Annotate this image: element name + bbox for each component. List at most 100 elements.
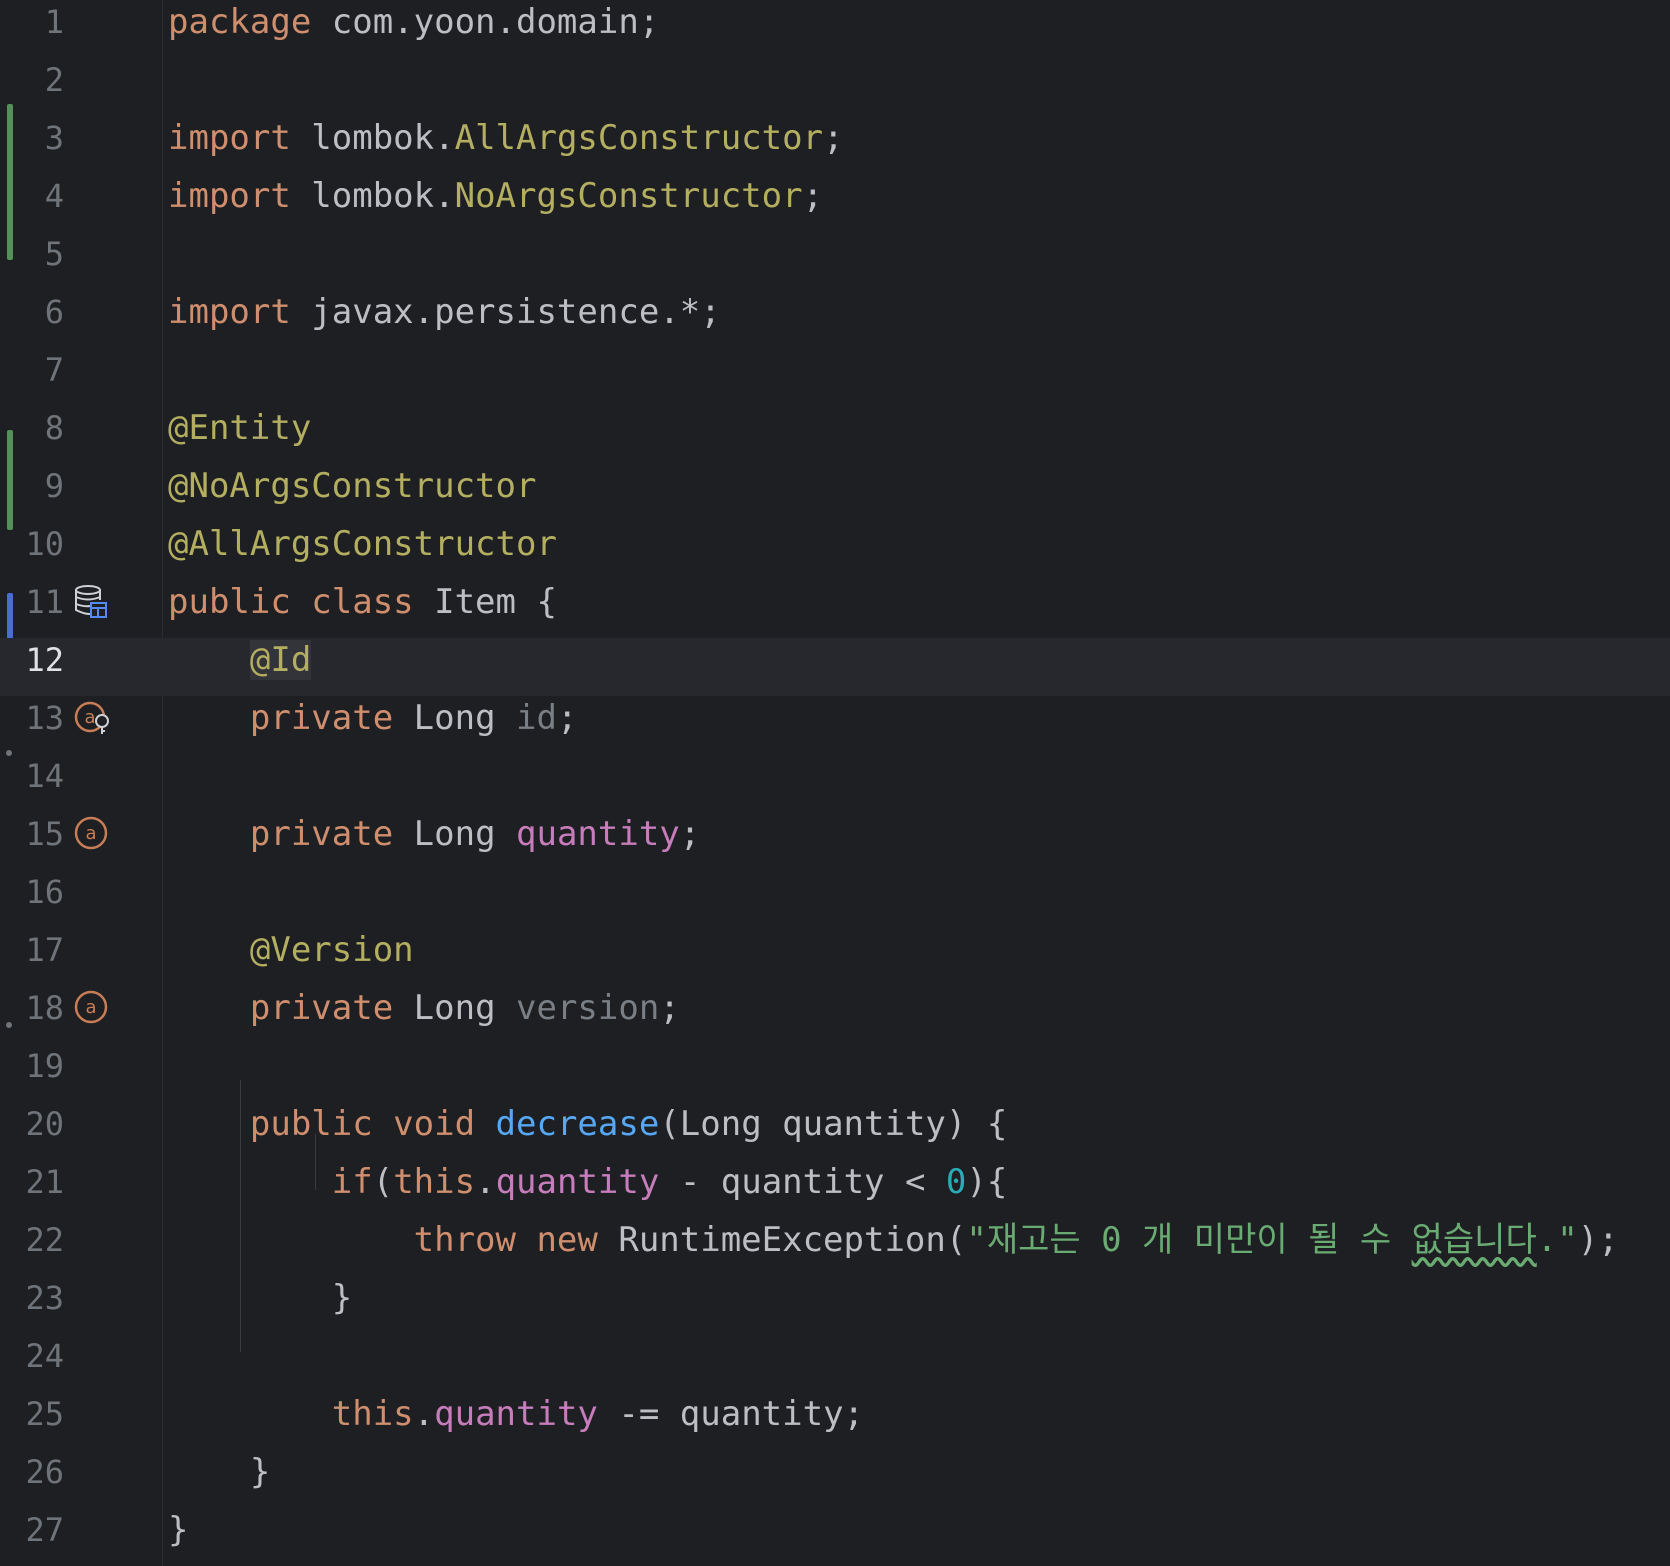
- keyword: private: [249, 814, 394, 854]
- code-text[interactable]: this.quantity -= quantity;: [168, 1392, 864, 1450]
- database-table-icon[interactable]: [74, 584, 108, 618]
- code-text[interactable]: }: [168, 1276, 352, 1334]
- field-name: version: [516, 988, 660, 1028]
- line-number: 2: [44, 61, 64, 99]
- line-number: 20: [25, 1105, 64, 1143]
- code-line[interactable]: 24: [0, 1334, 1670, 1392]
- code-line[interactable]: 25 this.quantity -= quantity;: [0, 1392, 1670, 1450]
- line-number: 24: [25, 1337, 64, 1375]
- code-line[interactable]: 23 }: [0, 1276, 1670, 1334]
- line-number: 5: [44, 235, 64, 273]
- line-number: 18: [25, 989, 64, 1027]
- punctuation: ;: [659, 988, 680, 1028]
- field-annotation-icon[interactable]: a: [74, 816, 108, 850]
- annotation: @NoArgsConstructor: [168, 466, 537, 506]
- code-line[interactable]: 14: [0, 754, 1670, 812]
- closing-brace: }: [168, 1510, 189, 1550]
- code-line[interactable]: 7: [0, 348, 1670, 406]
- code-line[interactable]: 9 @NoArgsConstructor: [0, 464, 1670, 522]
- code-line[interactable]: 17 @Version: [0, 928, 1670, 986]
- string-literal: .": [1536, 1220, 1578, 1260]
- package-name: com.yoon.domain;: [311, 2, 660, 42]
- code-text[interactable]: @Version: [168, 928, 414, 986]
- line-number: 21: [25, 1163, 64, 1201]
- field-annotation-icon[interactable]: a: [74, 990, 108, 1024]
- keyword: import: [168, 176, 291, 216]
- keyword: public void: [249, 1104, 476, 1144]
- code-text[interactable]: public class Item {: [168, 580, 557, 638]
- keyword: public class: [168, 582, 414, 622]
- code-line[interactable]: 5: [0, 232, 1670, 290]
- method-params: (Long quantity) {: [659, 1104, 1008, 1144]
- code-line[interactable]: 4 import lombok.NoArgsConstructor;: [0, 174, 1670, 232]
- import-path: lombok.: [290, 118, 455, 158]
- code-line[interactable]: 6 import javax.persistence.*;: [0, 290, 1670, 348]
- code-line[interactable]: 19: [0, 1044, 1670, 1102]
- code-line[interactable]: 10 @AllArgsConstructor: [0, 522, 1670, 580]
- code-text[interactable]: package com.yoon.domain;: [168, 0, 659, 58]
- code-text[interactable]: throw new RuntimeException("재고는 0 개 미만이 …: [168, 1218, 1619, 1276]
- closing-brace: }: [168, 1278, 353, 1318]
- code-line[interactable]: 20 public void decrease(Long quantity) {: [0, 1102, 1670, 1160]
- code-line[interactable]: 11 public class Item {: [0, 580, 1670, 638]
- punctuation: ){: [966, 1162, 1008, 1202]
- code-line[interactable]: 1 package com.yoon.domain;: [0, 0, 1670, 58]
- keyword: if: [331, 1162, 373, 1202]
- punctuation: .: [413, 1394, 435, 1434]
- code-text[interactable]: @Id: [168, 638, 312, 696]
- punctuation: .: [475, 1162, 496, 1202]
- code-line[interactable]: 22 throw new RuntimeException("재고는 0 개 미…: [0, 1218, 1670, 1276]
- line-number: 25: [25, 1395, 64, 1433]
- code-line[interactable]: 8 @Entity: [0, 406, 1670, 464]
- code-text[interactable]: @NoArgsConstructor: [168, 464, 536, 522]
- type-name: Long: [393, 698, 517, 738]
- code-text[interactable]: import lombok.AllArgsConstructor;: [168, 116, 844, 174]
- spelling-warning[interactable]: 없습니다: [1412, 1220, 1537, 1260]
- code-line[interactable]: 15 a private Long quantity;: [0, 812, 1670, 870]
- code-line[interactable]: 27 }: [0, 1508, 1670, 1566]
- type-name: Long: [393, 814, 517, 854]
- code-text[interactable]: private Long id;: [168, 696, 578, 754]
- id-field-annotation-icon[interactable]: a: [74, 700, 109, 734]
- field-name: quantity: [495, 1162, 660, 1202]
- code-line[interactable]: 3 import lombok.AllArgsConstructor;: [0, 116, 1670, 174]
- line-number: 23: [25, 1279, 64, 1317]
- annotation: @AllArgsConstructor: [168, 524, 557, 564]
- code-text[interactable]: private Long quantity;: [168, 812, 700, 870]
- code-text[interactable]: import javax.persistence.*;: [168, 290, 721, 348]
- code-editor[interactable]: 1 package com.yoon.domain; 2 3 import lo…: [0, 0, 1670, 1566]
- code-text[interactable]: @Entity: [168, 406, 311, 464]
- code-text[interactable]: if(this.quantity - quantity < 0){: [168, 1160, 1008, 1218]
- punctuation: ;: [679, 814, 701, 854]
- code-line[interactable]: 16: [0, 870, 1670, 928]
- number-literal: 0: [945, 1162, 967, 1202]
- line-number: 8: [44, 409, 64, 447]
- code-line[interactable]: 21 if(this.quantity - quantity < 0){: [0, 1160, 1670, 1218]
- punctuation: (: [372, 1162, 394, 1202]
- keyword: private: [249, 988, 394, 1028]
- code-line[interactable]: 2: [0, 58, 1670, 116]
- code-text[interactable]: }: [168, 1508, 188, 1566]
- code-text[interactable]: public void decrease(Long quantity) {: [168, 1102, 1007, 1160]
- code-line-current[interactable]: 12 @Id: [0, 638, 1670, 696]
- line-number: 9: [44, 467, 64, 505]
- line-number: 14: [25, 757, 64, 795]
- code-text[interactable]: private Long version;: [168, 986, 680, 1044]
- code-text[interactable]: }: [168, 1450, 270, 1508]
- keyword: import: [168, 292, 291, 332]
- code-text[interactable]: @AllArgsConstructor: [168, 522, 557, 580]
- code-text[interactable]: import lombok.NoArgsConstructor;: [168, 174, 823, 232]
- field-name: quantity: [516, 814, 680, 854]
- keyword: import: [168, 118, 291, 158]
- line-number: 17: [25, 931, 64, 969]
- code-line[interactable]: 13 a private Long id;: [0, 696, 1670, 754]
- expression: - quantity <: [659, 1162, 946, 1202]
- code-line[interactable]: 18 a private Long version;: [0, 986, 1670, 1044]
- code-line[interactable]: 26 }: [0, 1450, 1670, 1508]
